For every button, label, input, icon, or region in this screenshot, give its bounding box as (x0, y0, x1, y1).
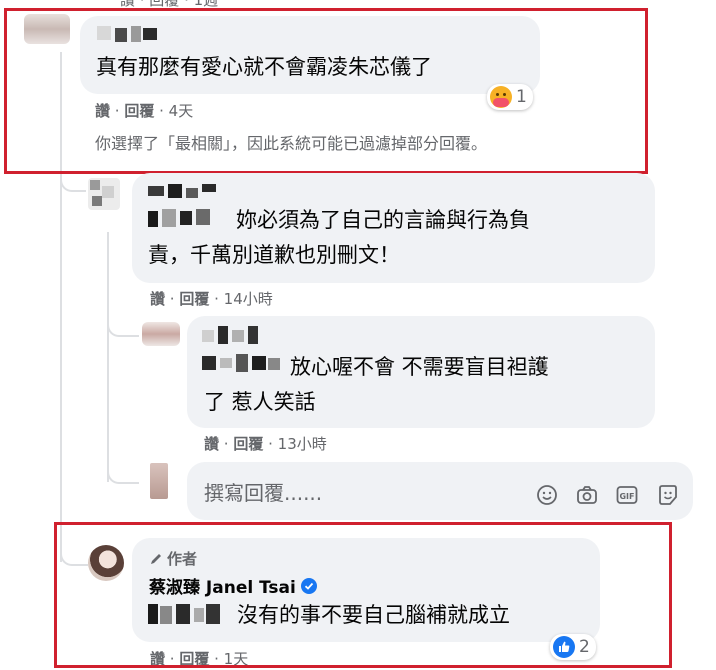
timestamp[interactable]: 14小時 (224, 290, 273, 308)
like-link[interactable]: 讚 (150, 290, 165, 308)
camera-icon[interactable] (576, 484, 598, 506)
like-link[interactable]: 讚 (204, 435, 219, 453)
mention-blurred[interactable] (148, 207, 224, 229)
comment-actions: 讚 · 回覆 · 13小時 (204, 435, 327, 453)
reply-link[interactable]: 回覆 (179, 290, 209, 308)
comment-author-blurred[interactable] (148, 180, 228, 202)
thread-curve-replybox (107, 452, 139, 484)
current-user-avatar (150, 463, 168, 499)
comment-actions: 讚 · 回覆 · 14小時 (150, 290, 273, 308)
sticker-icon[interactable] (657, 484, 679, 506)
reply-link[interactable]: 回覆 (233, 435, 263, 453)
highlight-box (4, 8, 648, 174)
gif-icon[interactable]: GIF (616, 484, 638, 506)
thread-curve-nested (107, 305, 139, 337)
reply-input-placeholder: 撰寫回覆...... (204, 481, 323, 505)
avatar[interactable] (142, 322, 180, 346)
avatar[interactable] (88, 178, 120, 210)
thread-line-nested (107, 232, 109, 482)
comment-text-line1: 妳必須為了自己的言論與行為負 (236, 208, 530, 232)
emoji-icon[interactable] (536, 484, 558, 506)
comment-text-line2: 責，千萬別道歉也別刪文！ (148, 243, 400, 267)
highlight-box (54, 522, 672, 668)
mention-blurred[interactable] (202, 352, 286, 374)
timestamp[interactable]: 13小時 (278, 435, 327, 453)
comment-text-line1: 放心喔不會 不需要盲目袒護 (290, 355, 549, 379)
comment-text-line2: 了 惹人笑話 (204, 390, 316, 414)
svg-text:GIF: GIF (619, 492, 634, 501)
comment-author-blurred[interactable] (202, 324, 268, 346)
